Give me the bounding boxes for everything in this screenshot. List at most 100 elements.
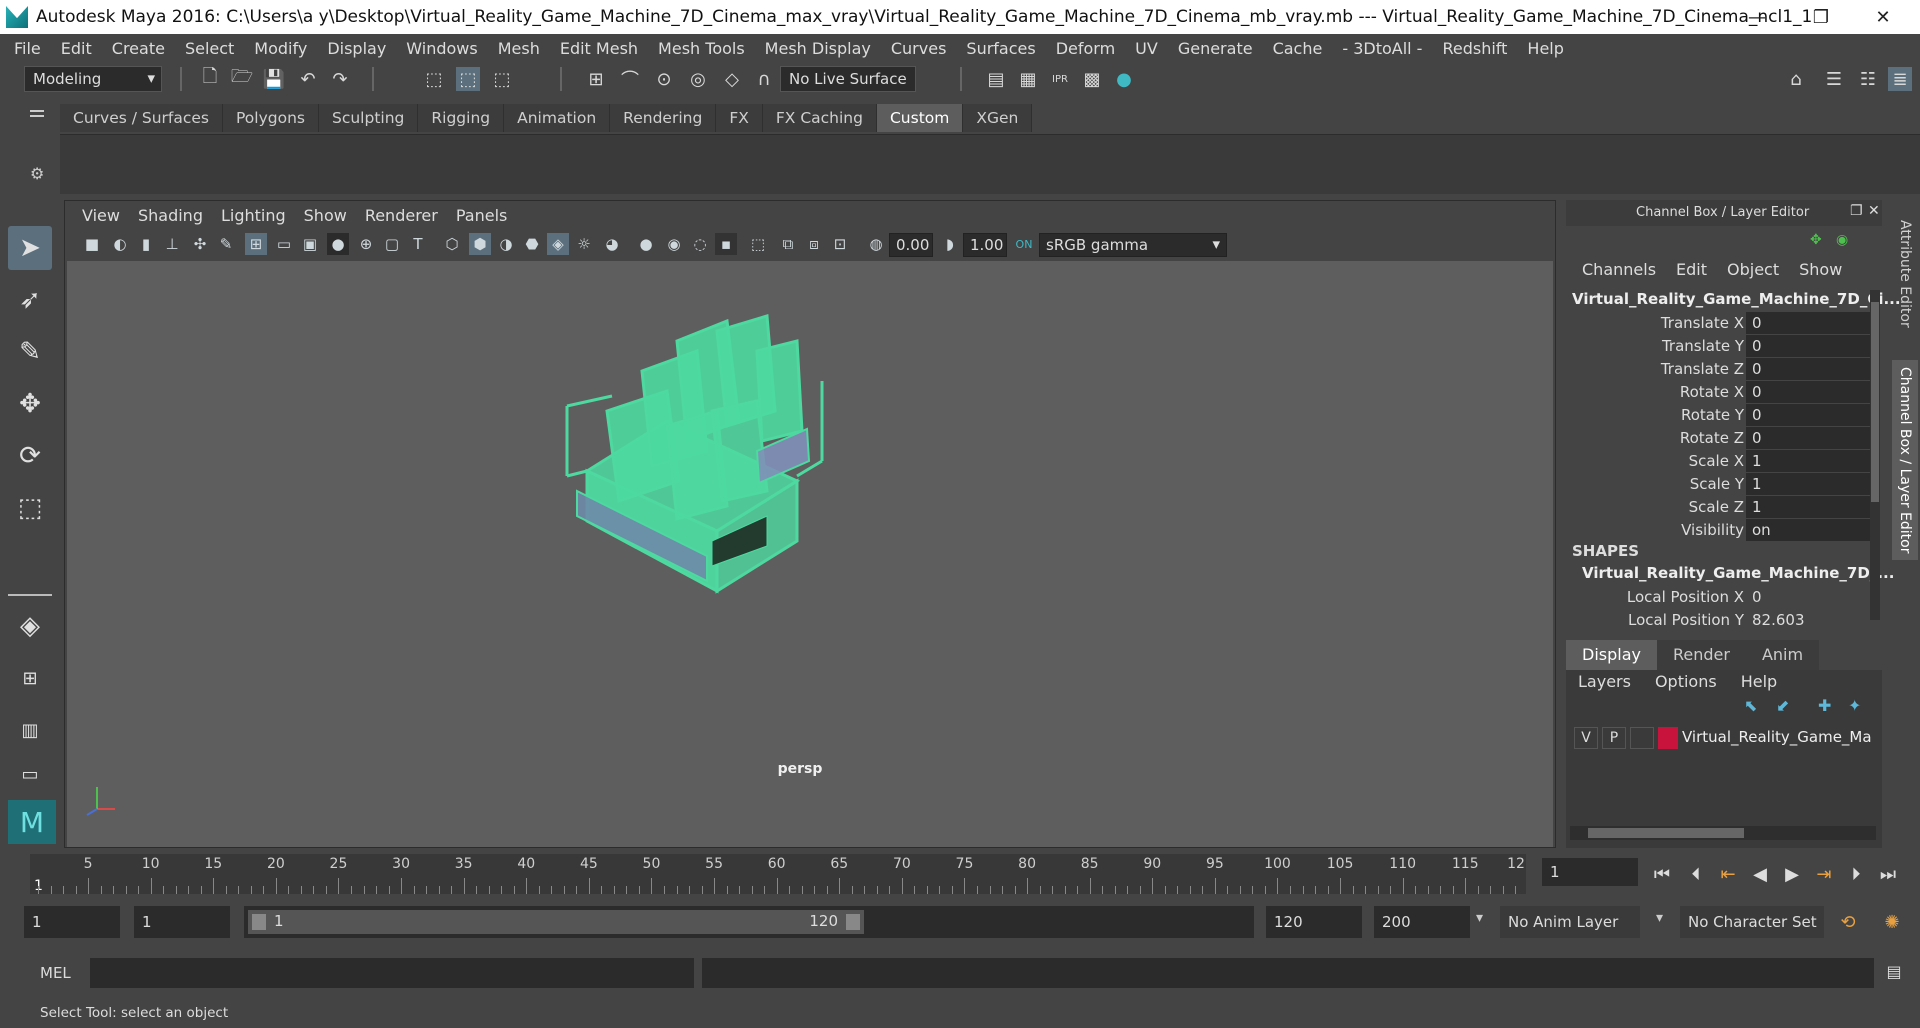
grid-toggle-icon[interactable]: ⊞: [245, 233, 267, 255]
menu-redshift[interactable]: Redshift: [1432, 39, 1517, 58]
outliner-layout-icon[interactable]: ▥: [8, 708, 52, 752]
xray-icon[interactable]: ⧉: [777, 233, 799, 255]
snap-point-icon[interactable]: ⊙: [652, 67, 676, 91]
range-slider[interactable]: 1 120: [244, 906, 1254, 938]
menu-deform[interactable]: Deform: [1046, 39, 1125, 58]
maximize-button[interactable]: ❐: [1790, 0, 1852, 34]
color-space-dropdown[interactable]: sRGB gamma ▾: [1039, 233, 1227, 257]
tab-fx[interactable]: FX: [716, 104, 763, 132]
playback-start-field[interactable]: 1: [134, 906, 230, 938]
new-scene-icon[interactable]: 🗋: [198, 66, 222, 91]
scrollbar-thumb[interactable]: [1588, 828, 1744, 838]
xray-components-icon[interactable]: ⊡: [829, 233, 851, 255]
depth-of-field-icon[interactable]: ▪: [715, 233, 737, 255]
tab-anim[interactable]: Anim: [1745, 640, 1820, 670]
menu-edit[interactable]: Edit: [51, 39, 102, 58]
lights-icon[interactable]: ☼: [573, 233, 595, 255]
attr-scale-x[interactable]: Scale X1: [1566, 450, 1882, 473]
time-slider-track[interactable]: 1 51015202530354045505560657075808590951…: [30, 854, 1526, 894]
speed-icon[interactable]: ◉: [1836, 232, 1848, 248]
new-layer-icon[interactable]: ✚: [1818, 696, 1831, 715]
tab-animation[interactable]: Animation: [504, 104, 611, 132]
viewport-canvas[interactable]: [67, 261, 1553, 847]
menu-modify[interactable]: Modify: [244, 39, 317, 58]
gamma-icon[interactable]: ◗: [939, 233, 961, 255]
close-button[interactable]: ✕: [1852, 0, 1914, 34]
cb-menu-channels[interactable]: Channels: [1572, 260, 1666, 284]
script-editor-icon[interactable]: ▤: [1882, 962, 1906, 986]
attr-rotate-y[interactable]: Rotate Y0: [1566, 404, 1882, 427]
step-forward-icon[interactable]: ⏵: [1844, 860, 1868, 888]
tab-render[interactable]: Render: [1656, 640, 1746, 670]
vp-menu-panels[interactable]: Panels: [447, 206, 517, 225]
cb-menu-show[interactable]: Show: [1789, 260, 1852, 284]
snap-surface-icon[interactable]: ◇: [720, 67, 744, 91]
select-tool-icon[interactable]: ➤: [8, 226, 52, 270]
channel-box-scrollbar[interactable]: [1870, 290, 1880, 620]
menu-mesh-tools[interactable]: Mesh Tools: [648, 39, 755, 58]
select-hierarchy-icon[interactable]: ⬚: [422, 67, 446, 91]
float-panel-icon[interactable]: ❐: [1850, 203, 1863, 219]
layer-display-type-toggle[interactable]: [1630, 727, 1654, 749]
tab-custom[interactable]: Custom: [876, 104, 964, 132]
attr-local-position-y[interactable]: Local Position Y 82.603: [1566, 609, 1882, 632]
range-start-grip[interactable]: [252, 914, 266, 930]
attr-visibility[interactable]: Visibility on: [1566, 519, 1882, 542]
command-input[interactable]: [90, 958, 694, 988]
layer-visibility-toggle[interactable]: V: [1574, 727, 1598, 749]
isolate-select-icon[interactable]: ⬚: [747, 233, 769, 255]
textured-icon[interactable]: ⬣: [521, 233, 543, 255]
attr-translate-y[interactable]: Translate Y0: [1566, 335, 1882, 358]
ipr-render-icon[interactable]: IPR: [1048, 67, 1072, 91]
menu-create[interactable]: Create: [102, 39, 175, 58]
2d-pan-zoom-icon[interactable]: ✣: [189, 233, 211, 255]
object-name[interactable]: Virtual_Reality_Game_Machine_7D_Ci...: [1572, 290, 1901, 308]
lasso-tool-icon[interactable]: ➶: [8, 278, 52, 322]
tab-display[interactable]: Display: [1566, 640, 1657, 670]
mode-dropdown[interactable]: Modeling ▾: [24, 66, 162, 92]
range-slider-handle[interactable]: 1 120: [248, 910, 864, 934]
attr-rotate-z[interactable]: Rotate Z0: [1566, 427, 1882, 450]
rotate-tool-icon[interactable]: ⟳: [8, 434, 52, 478]
attr-scale-y[interactable]: Scale Y1: [1566, 473, 1882, 496]
new-layer-selected-icon[interactable]: ✦: [1848, 696, 1861, 715]
tab-fx-caching[interactable]: FX Caching: [762, 104, 877, 132]
gamma-field[interactable]: 1.00: [963, 233, 1007, 257]
modeling-toolkit-icon[interactable]: ⌂: [1784, 67, 1808, 91]
tab-rigging[interactable]: Rigging: [418, 104, 505, 132]
tab-curves-surfaces[interactable]: Curves / Surfaces: [60, 104, 224, 132]
menu-surfaces[interactable]: Surfaces: [956, 39, 1045, 58]
layout-options-icon[interactable]: ▭: [8, 752, 52, 796]
go-to-end-icon[interactable]: ⏭: [1876, 860, 1900, 888]
menu-windows[interactable]: Windows: [396, 39, 487, 58]
motion-blur-icon[interactable]: ◉: [663, 233, 685, 255]
move-tool-icon[interactable]: ✥: [8, 382, 52, 426]
step-forward-key-icon[interactable]: ⇥: [1812, 860, 1836, 888]
menu-edit-mesh[interactable]: Edit Mesh: [550, 39, 648, 58]
layer-menu-layers[interactable]: Layers: [1566, 672, 1643, 691]
chevron-down-icon[interactable]: ▾: [1656, 910, 1663, 926]
tab-rendering[interactable]: Rendering: [610, 104, 717, 132]
grease-pencil-icon[interactable]: ✎: [215, 233, 237, 255]
shadows-icon[interactable]: ◕: [601, 233, 623, 255]
four-view-layout-icon[interactable]: ⊞: [8, 656, 52, 700]
resolution-gate-icon[interactable]: ▣: [299, 233, 321, 255]
layer-menu-options[interactable]: Options: [1643, 672, 1729, 691]
gate-mask-icon[interactable]: ●: [327, 233, 349, 255]
menu-3dtoall[interactable]: - 3DtoAll -: [1332, 39, 1432, 58]
cb-menu-object[interactable]: Object: [1717, 260, 1789, 284]
animation-start-field[interactable]: 1: [24, 906, 120, 938]
move-layer-down-icon[interactable]: ⬋: [1776, 696, 1789, 715]
scene-mesh-wireframe[interactable]: [67, 261, 1553, 847]
menu-select[interactable]: Select: [175, 39, 244, 58]
hypershade-icon[interactable]: ●: [1112, 67, 1136, 91]
scale-tool-icon[interactable]: ⬚: [8, 486, 52, 530]
go-to-start-icon[interactable]: ⏮: [1650, 860, 1674, 888]
attr-local-position-x[interactable]: Local Position X0: [1566, 586, 1882, 609]
attribute-editor-toggle-icon[interactable]: ☰: [1822, 67, 1846, 91]
save-scene-icon[interactable]: 💾: [262, 67, 286, 91]
live-surface-field[interactable]: No Live Surface: [780, 66, 916, 92]
render-settings-icon[interactable]: ▩: [1080, 67, 1104, 91]
magnet-icon[interactable]: ∩: [752, 67, 776, 91]
play-backwards-icon[interactable]: ◀: [1748, 860, 1772, 888]
